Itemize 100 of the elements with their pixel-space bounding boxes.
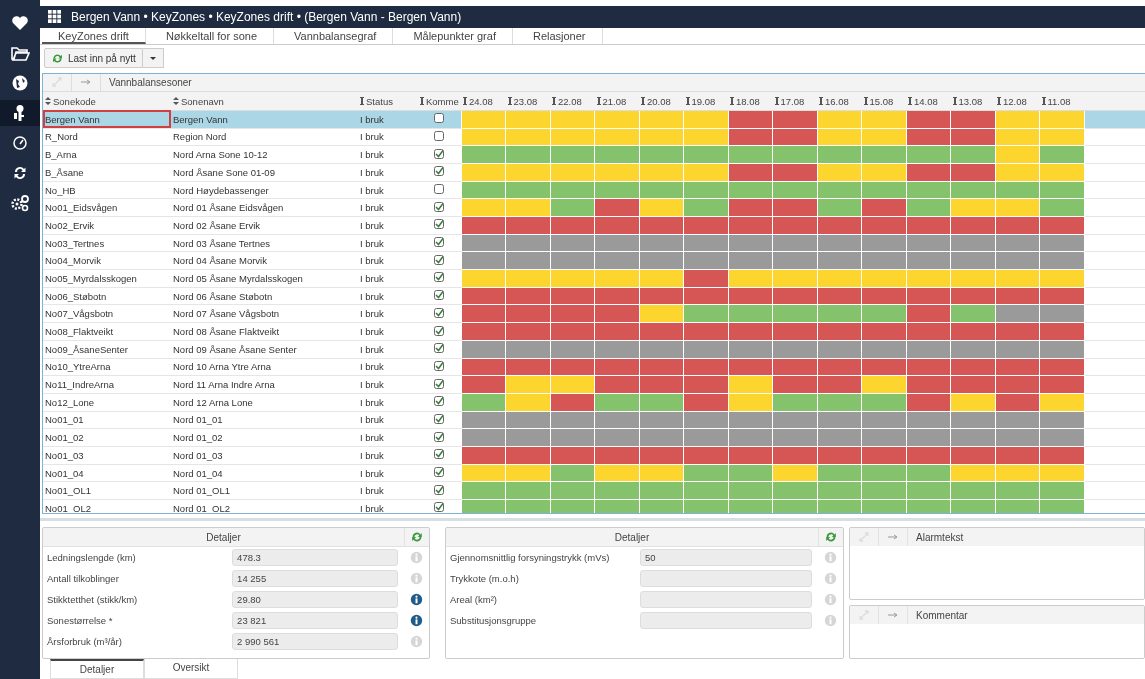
table-cell: I bruk [358,145,418,164]
table-cell: No09_ÅsaneSenter [43,340,171,359]
globe-icon [10,73,30,93]
input-field[interactable] [640,570,812,587]
resize-icon [420,97,424,106]
table-cell: Nord 09 Åsane Åsane Senter [171,340,358,359]
field-label: Sonestørrelse * [47,615,114,626]
table-cell: I bruk [358,499,418,513]
resize-icon [360,97,364,106]
tab[interactable]: Målepunkter graf [397,27,513,45]
refresh-icon [51,51,64,65]
resize-icon [685,97,690,106]
table-cell: No01_OL2 [43,499,171,513]
checkbox[interactable] [434,396,445,407]
input-field[interactable]: 29.80 [232,591,398,608]
table-cell: No01_OL1 [43,481,171,500]
table-cell: I bruk [358,358,418,376]
table-cell: I bruk [358,181,418,199]
input-field[interactable] [640,591,812,608]
table-cell: Nord 03 Åsane Tertnes [171,234,358,252]
tab[interactable]: Oversikt [144,659,238,679]
input-field[interactable]: 478.3 [232,549,398,566]
input-field[interactable]: 14 255 [232,570,398,587]
checkbox[interactable] [434,449,445,460]
table-cell: I bruk [358,393,418,412]
input-field[interactable]: 2 990 561 [232,633,398,650]
table-cell: I bruk [358,411,418,429]
table-cell: No02_Ervik [43,216,171,235]
resize-icon [952,97,957,106]
panel-title: Alarmtekst [915,531,964,543]
table-cell: Nord 02 Åsane Ervik [171,216,358,235]
checkbox[interactable] [434,378,445,389]
table-cell: I bruk [358,163,418,182]
checkbox[interactable] [434,219,445,230]
field-label: Substitusjonsgruppe [450,615,538,626]
tab[interactable]: Detaljer [50,659,144,679]
checkbox[interactable] [434,307,445,318]
checkbox[interactable] [434,431,445,442]
checkbox[interactable] [434,184,445,194]
checkbox[interactable] [434,148,445,159]
tab[interactable]: Relasjoner [516,27,603,45]
grid-icon [48,10,61,24]
table-cell: Nord 07 Åsane Vågsbotn [171,305,358,323]
field-label: Antall tilkoblinger [47,573,120,584]
field-label: Gjennomsnittlig forsyningstrykk (mVs) [450,552,611,563]
table-cell: No04_Morvik [43,251,171,270]
resize-icon [863,97,868,106]
table-cell: I bruk [358,446,418,465]
table-cell: I bruk [358,322,418,341]
refresh-icon[interactable] [410,530,424,544]
window-title: Bergen Vann • KeyZones • KeyZones drift • (Bergen Vann - Bergen Vann) [71,9,462,24]
gears-icon [10,193,30,213]
resize-icon [552,97,556,106]
checkbox[interactable] [434,290,445,301]
table-cell: Nord 06 Åsane Støbotn [171,287,358,305]
reload-button[interactable]: Last inn på nytt [44,48,143,69]
table-cell: Nord 04 Åsane Morvik [171,251,358,270]
checkbox[interactable] [434,467,445,477]
tab[interactable]: Vannbalansegraf [278,27,394,45]
table-cell: Nord 10 Arna Ytre Arna [171,358,358,376]
table-cell: I bruk [358,375,418,394]
checkbox[interactable] [434,166,445,177]
input-field[interactable]: 23 821 [232,612,398,629]
sidebar-item[interactable] [0,100,40,126]
dropdown-button[interactable] [142,48,164,69]
resize-icon [641,97,645,106]
table-cell: B_Åsane [43,163,171,182]
checkbox[interactable] [434,484,445,495]
checkbox[interactable] [434,360,445,371]
checkbox[interactable] [434,237,445,248]
table-cell: Nord 05 Åsane Myrdalsskogen [171,269,358,288]
sort-icon [173,97,179,106]
field-label: Årsforbruk (m³/år) [47,636,123,647]
refresh-icon[interactable] [824,530,838,544]
resize-icon [819,97,823,106]
checkbox[interactable] [434,113,445,124]
input-field[interactable] [640,612,812,629]
table-cell: I bruk [358,216,418,235]
checkbox[interactable] [434,413,445,424]
table-cell: Nord Arna Sone 10-12 [171,145,358,164]
tab[interactable]: Nøkkeltall for sone [149,27,274,45]
tab[interactable]: KeyZones drift [42,27,146,45]
table-cell: I bruk [358,464,418,482]
panel-title: Kommentar [915,609,968,621]
checkbox[interactable] [434,502,445,513]
checkbox[interactable] [434,201,445,212]
table-cell: Nord Høydebassenger [171,181,358,199]
input-field[interactable]: 50 [640,549,812,566]
table-cell: I bruk [358,481,418,500]
arrow-icon [81,79,91,86]
checkbox[interactable] [434,325,445,336]
sort-icon [45,97,51,106]
checkbox[interactable] [434,254,445,265]
checkbox[interactable] [434,130,445,141]
checkbox[interactable] [434,272,445,283]
resize-icon [774,97,779,106]
table-cell: B_Arna [43,145,171,164]
table-cell: I bruk [358,234,418,252]
resize-icon [596,97,601,106]
checkbox[interactable] [434,343,445,354]
